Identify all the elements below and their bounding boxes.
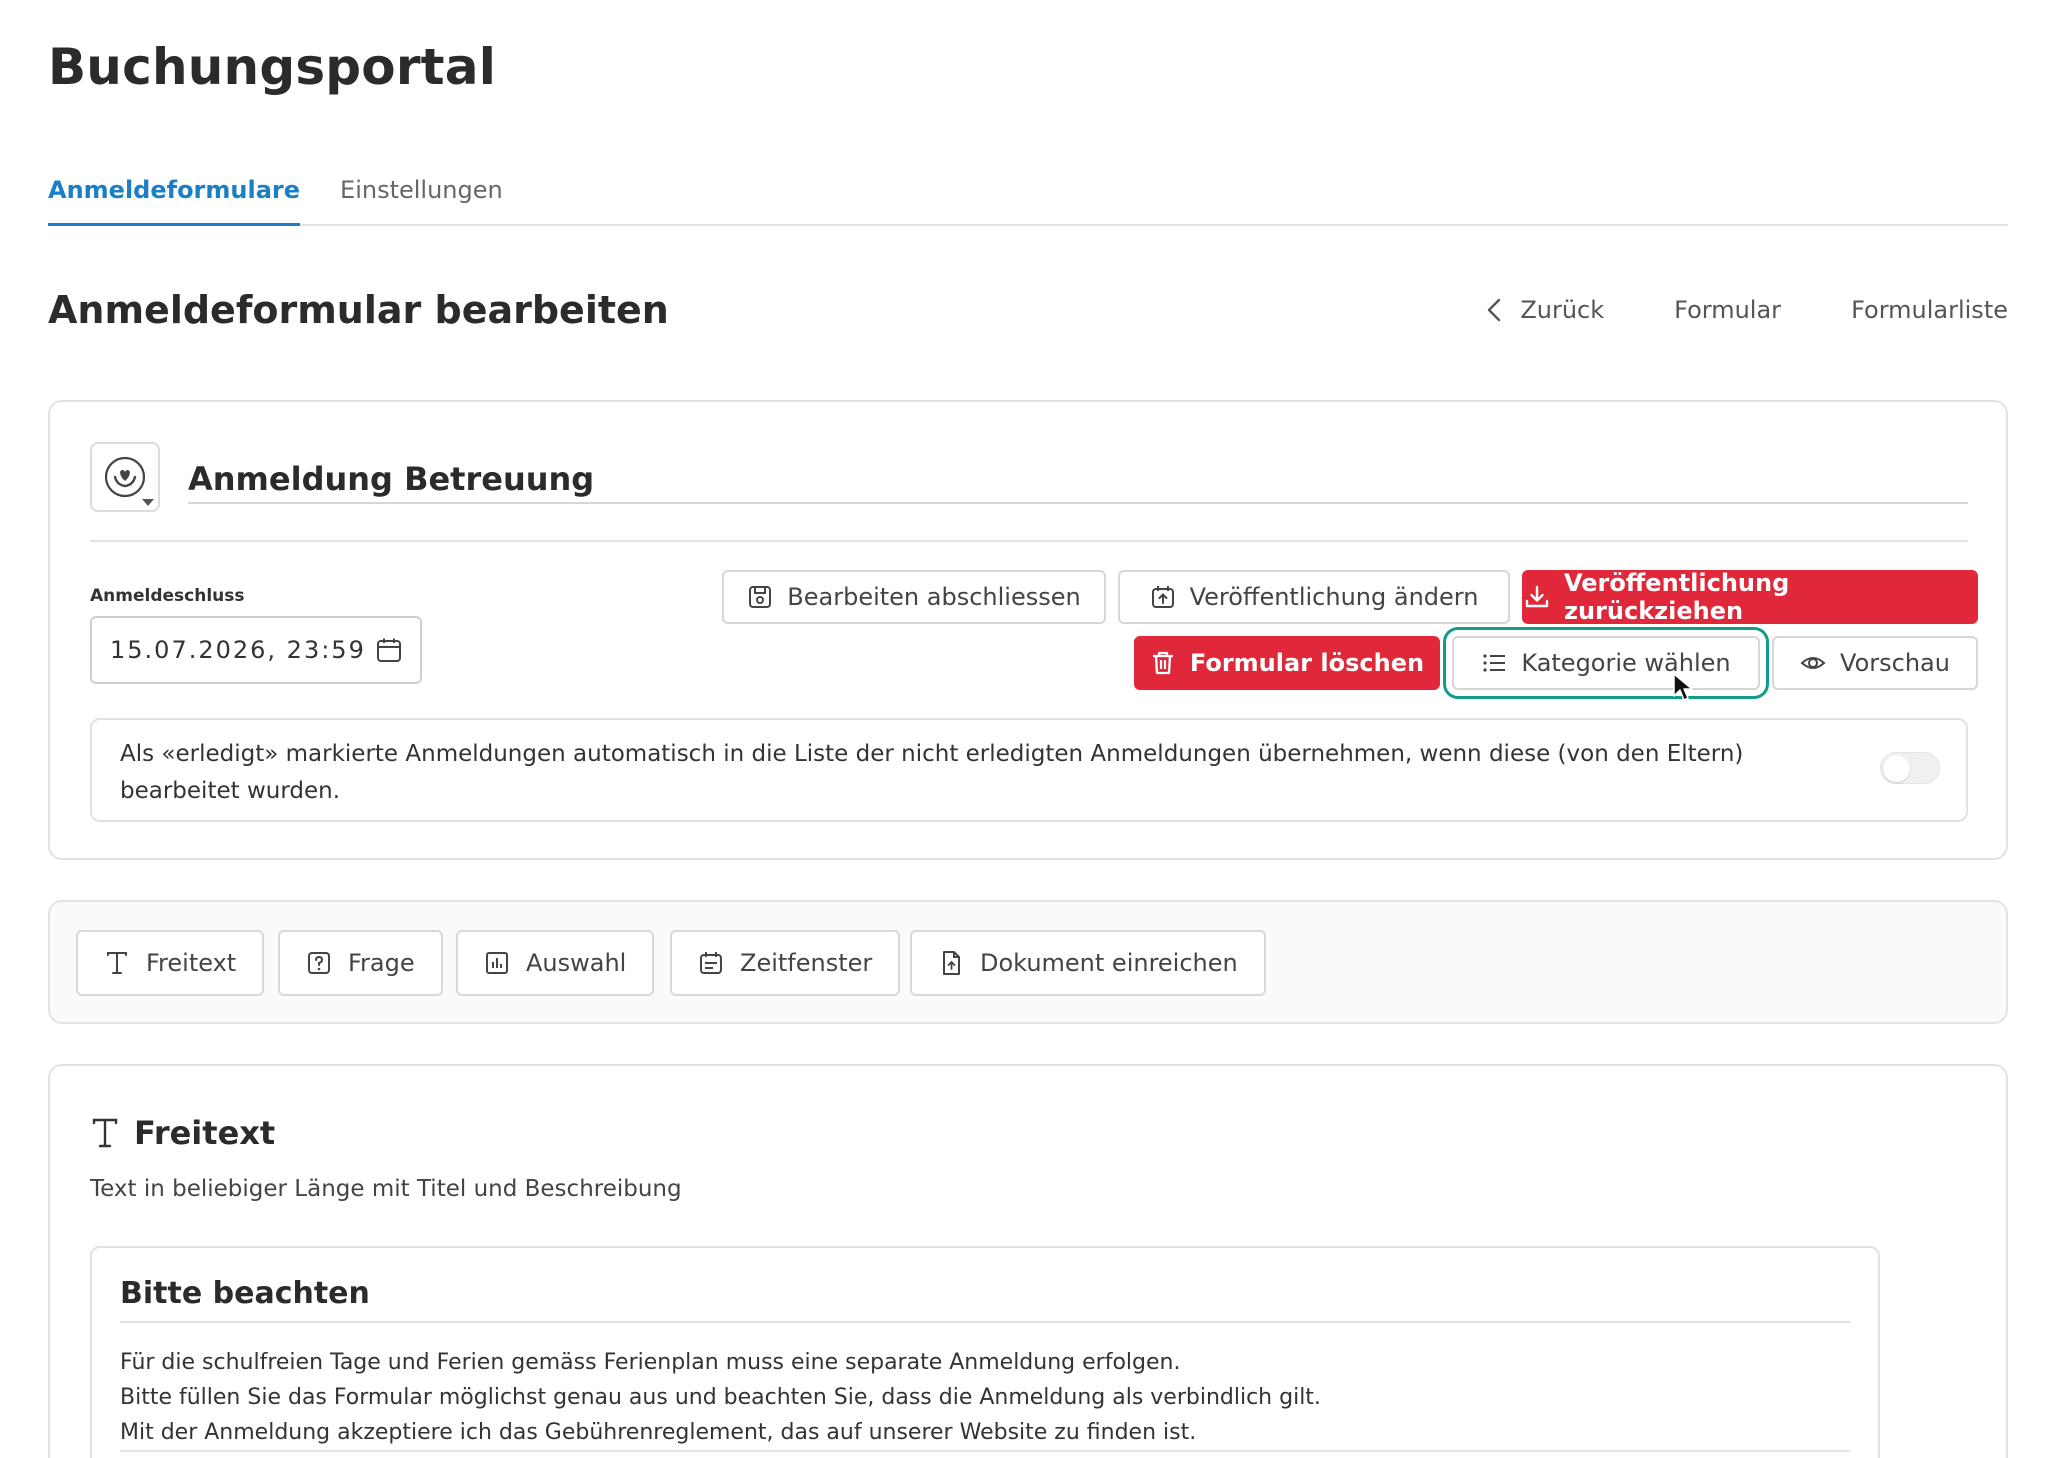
choose-category-label: Kategorie wählen (1521, 649, 1731, 677)
page-title: Anmeldeformular bearbeiten (48, 288, 669, 332)
change-publish-button[interactable]: Veröffentlichung ändern (1118, 570, 1510, 624)
add-zeitfenster-button[interactable]: Zeitfenster (670, 930, 901, 996)
finish-edit-button[interactable]: Bearbeiten abschliessen (722, 570, 1106, 624)
form-icon-picker[interactable] (90, 442, 160, 512)
notice-line: Mit der Anmeldung akzeptiere ich das Geb… (120, 1415, 1850, 1452)
page-nav: Zurück Formular Formularliste (1484, 296, 2008, 324)
deadline-value: 15.07.2026, 23:59 (110, 636, 366, 664)
notice-line: Für die schulfreien Tage und Ferien gemä… (120, 1350, 1181, 1375)
auto-reopen-setting: Als «erledigt» markierte Anmeldungen aut… (90, 718, 1968, 822)
toggle-knob (1883, 755, 1910, 782)
notice-editor[interactable]: Bitte beachten Für die schulfreien Tage … (90, 1246, 1880, 1458)
text-icon (92, 1118, 118, 1148)
add-auswahl-button[interactable]: Auswahl (456, 930, 655, 996)
add-frage-button[interactable]: Frage (278, 930, 443, 996)
add-freitext-label: Freitext (146, 949, 237, 977)
preview-label: Vorschau (1840, 649, 1950, 677)
notice-title[interactable]: Bitte beachten (120, 1276, 1850, 1323)
add-frage-label: Frage (348, 949, 415, 977)
auto-reopen-text: Als «erledigt» markierte Anmeldungen aut… (120, 741, 1744, 804)
block-description: Text in beliebiger Länge mit Titel und B… (90, 1176, 682, 1202)
add-dokument-button[interactable]: Dokument einreichen (910, 930, 1266, 996)
care-hands-icon (104, 456, 146, 498)
form-link[interactable]: Formular (1674, 296, 1781, 324)
caret-down-icon (142, 499, 154, 506)
notice-line: Bitte füllen Sie das Formular möglichst … (120, 1385, 1321, 1410)
add-zeitfenster-label: Zeitfenster (740, 949, 873, 977)
app-title: Buchungsportal (48, 38, 497, 96)
question-icon (308, 952, 330, 974)
download-icon (1525, 585, 1549, 608)
form-title-input[interactable] (188, 456, 1968, 504)
preview-button[interactable]: Vorschau (1772, 636, 1978, 690)
block-type-label: Freitext (134, 1114, 276, 1152)
form-list-link[interactable]: Formularliste (1851, 296, 2008, 324)
eye-icon (1800, 657, 1826, 669)
delete-form-label: Formular löschen (1189, 649, 1425, 677)
add-dokument-label: Dokument einreichen (980, 949, 1238, 977)
deadline-label: Anmeldeschluss (90, 586, 245, 606)
change-publish-label: Veröffentlichung ändern (1189, 583, 1479, 611)
freitext-block-card: Freitext Text in beliebiger Länge mit Ti… (48, 1064, 2008, 1458)
document-icon (943, 951, 960, 975)
divider (90, 540, 1968, 542)
calendar-icon[interactable] (376, 637, 402, 663)
add-auswahl-label: Auswahl (526, 949, 627, 977)
auto-reopen-toggle[interactable] (1880, 752, 1940, 784)
tab-anmeldeformulare[interactable]: Anmeldeformulare (48, 172, 301, 226)
list-icon (1483, 654, 1506, 672)
back-link[interactable]: Zurück (1484, 296, 1604, 324)
page: Buchungsportal Anmeldeformulare Einstell… (0, 0, 2048, 1458)
tab-einstellungen[interactable]: Einstellungen (340, 172, 503, 226)
text-icon (107, 952, 127, 974)
back-link-label: Zurück (1520, 296, 1605, 324)
choose-category-button[interactable]: Kategorie wählen (1443, 627, 1769, 699)
chart-icon (486, 952, 508, 974)
withdraw-publish-button[interactable]: Veröffentlichung zurückziehen (1522, 569, 1978, 625)
finish-edit-label: Bearbeiten abschliessen (787, 583, 1081, 611)
chevron-left-icon (1488, 298, 1501, 322)
calendar-upload-icon (1151, 586, 1174, 608)
tab-bar: Anmeldeformulare Einstellungen (48, 172, 2008, 226)
withdraw-publish-label: Veröffentlichung zurückziehen (1564, 569, 1790, 625)
form-header-card: Anmeldeschluss 15.07.2026, 23:59 Bearbei… (48, 400, 2008, 860)
mouse-cursor-icon (1673, 673, 1693, 701)
block-heading: Freitext (90, 1114, 275, 1152)
save-icon (749, 586, 772, 608)
add-freitext-button[interactable]: Freitext (76, 930, 265, 996)
delete-form-button[interactable]: Formular löschen (1134, 636, 1440, 690)
trash-icon (1152, 651, 1173, 675)
notice-body[interactable]: Für die schulfreien Tage und Ferien gemä… (120, 1345, 1850, 1452)
deadline-datetime-input[interactable]: 15.07.2026, 23:59 (90, 616, 422, 684)
element-toolbar: Freitext Frage Auswahl Zeitfenster Dokum… (48, 900, 2008, 1024)
calendar-icon (700, 952, 722, 974)
